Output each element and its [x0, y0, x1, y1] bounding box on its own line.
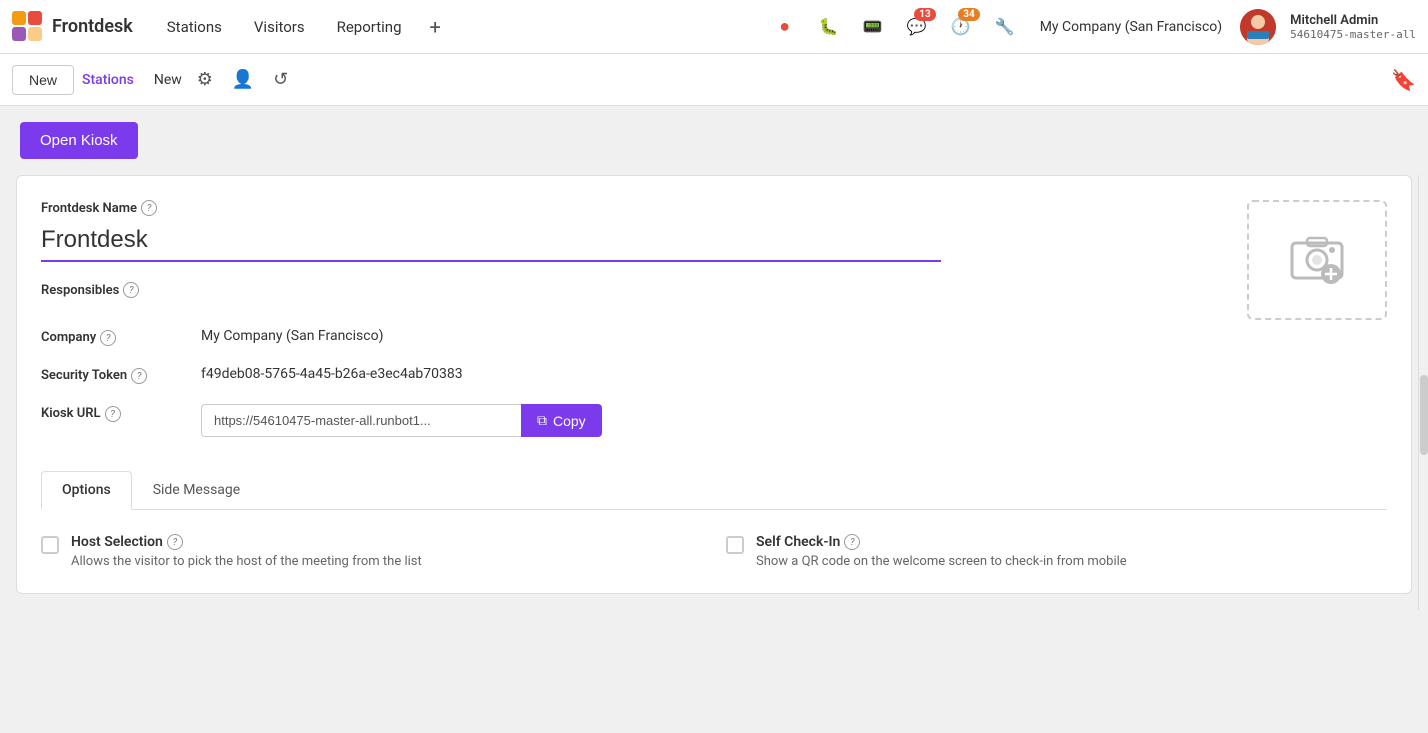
gear-settings-button[interactable]: ⚙	[190, 65, 220, 95]
user-info: Mitchell Admin 54610475-master-all	[1290, 13, 1416, 41]
breadcrumb-parent[interactable]: Stations	[82, 72, 134, 88]
alerts-button[interactable]: 🕐 34	[944, 10, 978, 44]
kiosk-url-label: Kiosk URL ?	[41, 404, 201, 437]
frontdesk-name-input[interactable]	[41, 220, 941, 262]
host-selection-option: Host Selection ? Allows the visitor to p…	[41, 534, 702, 569]
user-id: 54610475-master-all	[1290, 28, 1416, 41]
photo-icon-container	[1287, 228, 1347, 292]
header-fields: Frontdesk Name ? Responsibles ? Company	[41, 200, 1387, 447]
toolbar: New Stations New ⚙ 👤 ↺ 🔖	[0, 54, 1428, 106]
host-selection-desc: Allows the visitor to pick the host of t…	[71, 554, 422, 569]
wrench-icon: 🔧	[995, 17, 1015, 36]
tabs: Options Side Message	[41, 471, 1387, 510]
debug-button[interactable]: 🐛	[812, 10, 846, 44]
kiosk-url-row: Kiosk URL ? ⧉ Copy	[41, 394, 1247, 447]
app-logo[interactable]: Frontdesk	[12, 11, 133, 43]
frontdesk-name-help[interactable]: ?	[141, 200, 157, 216]
nav-stations[interactable]: Stations	[153, 10, 236, 44]
avatar-image	[1240, 9, 1276, 45]
nav-visitors[interactable]: Visitors	[240, 10, 319, 44]
self-checkin-checkbox[interactable]	[726, 536, 744, 554]
logo-icon	[12, 11, 44, 43]
responsibles-label: Responsibles ?	[41, 282, 1247, 298]
company-label: Company ?	[41, 328, 201, 346]
frontdesk-name-row: Frontdesk Name ?	[41, 200, 1247, 262]
kiosk-url-input[interactable]	[201, 404, 521, 437]
nav-icons: ● 🐛 📟 💬 13 🕐 34 🔧 My Company (San Franci…	[768, 9, 1416, 45]
self-checkin-desc: Show a QR code on the welcome screen to …	[756, 554, 1127, 569]
refresh-button[interactable]: ↺	[266, 65, 296, 95]
security-token-help[interactable]: ?	[131, 368, 147, 384]
scrollbar-track[interactable]	[1418, 175, 1428, 610]
open-kiosk-button[interactable]: Open Kiosk	[20, 122, 138, 159]
security-token-row: Security Token ? f49deb08-5765-4a45-b26a…	[41, 356, 1247, 394]
company-selector[interactable]: My Company (San Francisco)	[1040, 19, 1222, 35]
scrollbar-thumb[interactable]	[1420, 375, 1428, 455]
phone-button[interactable]: 📟	[856, 10, 890, 44]
messages-badge: 13	[914, 8, 935, 21]
nav-add-button[interactable]: +	[420, 11, 451, 43]
frontdesk-name-label: Frontdesk Name ?	[41, 200, 1247, 216]
messages-button[interactable]: 💬 13	[900, 10, 934, 44]
options-section: Host Selection ? Allows the visitor to p…	[41, 510, 1387, 569]
host-selection-checkbox[interactable]	[41, 536, 59, 554]
main-card-container: Frontdesk Name ? Responsibles ? Company	[0, 175, 1428, 610]
nav-reporting[interactable]: Reporting	[323, 10, 416, 44]
settings-button[interactable]: 🔧	[988, 10, 1022, 44]
host-selection-content: Host Selection ? Allows the visitor to p…	[71, 534, 422, 569]
tab-side-message[interactable]: Side Message	[132, 471, 262, 509]
kiosk-url-field: ⧉ Copy	[201, 404, 1247, 437]
add-user-button[interactable]: 👤	[228, 65, 258, 95]
self-checkin-option: Self Check-In ? Show a QR code on the we…	[726, 534, 1387, 569]
phone-icon: 📟	[863, 17, 883, 36]
tab-options[interactable]: Options	[41, 471, 132, 510]
company-value: My Company (San Francisco)	[201, 328, 1247, 346]
main-card: Frontdesk Name ? Responsibles ? Company	[16, 175, 1412, 594]
self-checkin-title: Self Check-In ?	[756, 534, 1127, 550]
top-navigation: Frontdesk Stations Visitors Reporting + …	[0, 0, 1428, 54]
security-token-label: Security Token ?	[41, 366, 201, 384]
responsibles-row: Responsibles ?	[41, 282, 1247, 298]
copy-label: Copy	[553, 413, 586, 429]
open-kiosk-section: Open Kiosk	[0, 106, 1428, 175]
copy-icon: ⧉	[537, 412, 547, 429]
new-button[interactable]: New	[12, 65, 74, 95]
photo-upload-area[interactable]	[1247, 200, 1387, 320]
company-row: Company ? My Company (San Francisco)	[41, 318, 1247, 356]
alerts-badge: 34	[958, 8, 979, 21]
security-token-value: f49deb08-5765-4a45-b26a-e3ec4ab70383	[201, 366, 1247, 384]
user-avatar[interactable]	[1240, 9, 1276, 45]
bug-icon: 🐛	[819, 17, 839, 36]
responsibles-help[interactable]: ?	[123, 282, 139, 298]
host-selection-help[interactable]: ?	[167, 534, 183, 550]
bookmark-icon[interactable]: 🔖	[1391, 68, 1416, 92]
camera-icon	[1287, 228, 1347, 288]
self-checkin-help[interactable]: ?	[844, 534, 860, 550]
record-icon: ●	[779, 16, 790, 37]
record-button[interactable]: ●	[768, 10, 802, 44]
breadcrumb-current: New	[154, 72, 182, 88]
header-left: Frontdesk Name ? Responsibles ? Company	[41, 200, 1247, 447]
app-name: Frontdesk	[52, 16, 133, 37]
copy-button[interactable]: ⧉ Copy	[521, 404, 602, 437]
self-checkin-content: Self Check-In ? Show a QR code on the we…	[756, 534, 1127, 569]
company-help[interactable]: ?	[100, 330, 116, 346]
kiosk-url-input-row: ⧉ Copy	[201, 404, 1247, 437]
host-selection-title: Host Selection ?	[71, 534, 422, 550]
options-grid: Host Selection ? Allows the visitor to p…	[41, 534, 1387, 569]
kiosk-url-help[interactable]: ?	[105, 406, 121, 422]
user-name: Mitchell Admin	[1290, 13, 1416, 28]
